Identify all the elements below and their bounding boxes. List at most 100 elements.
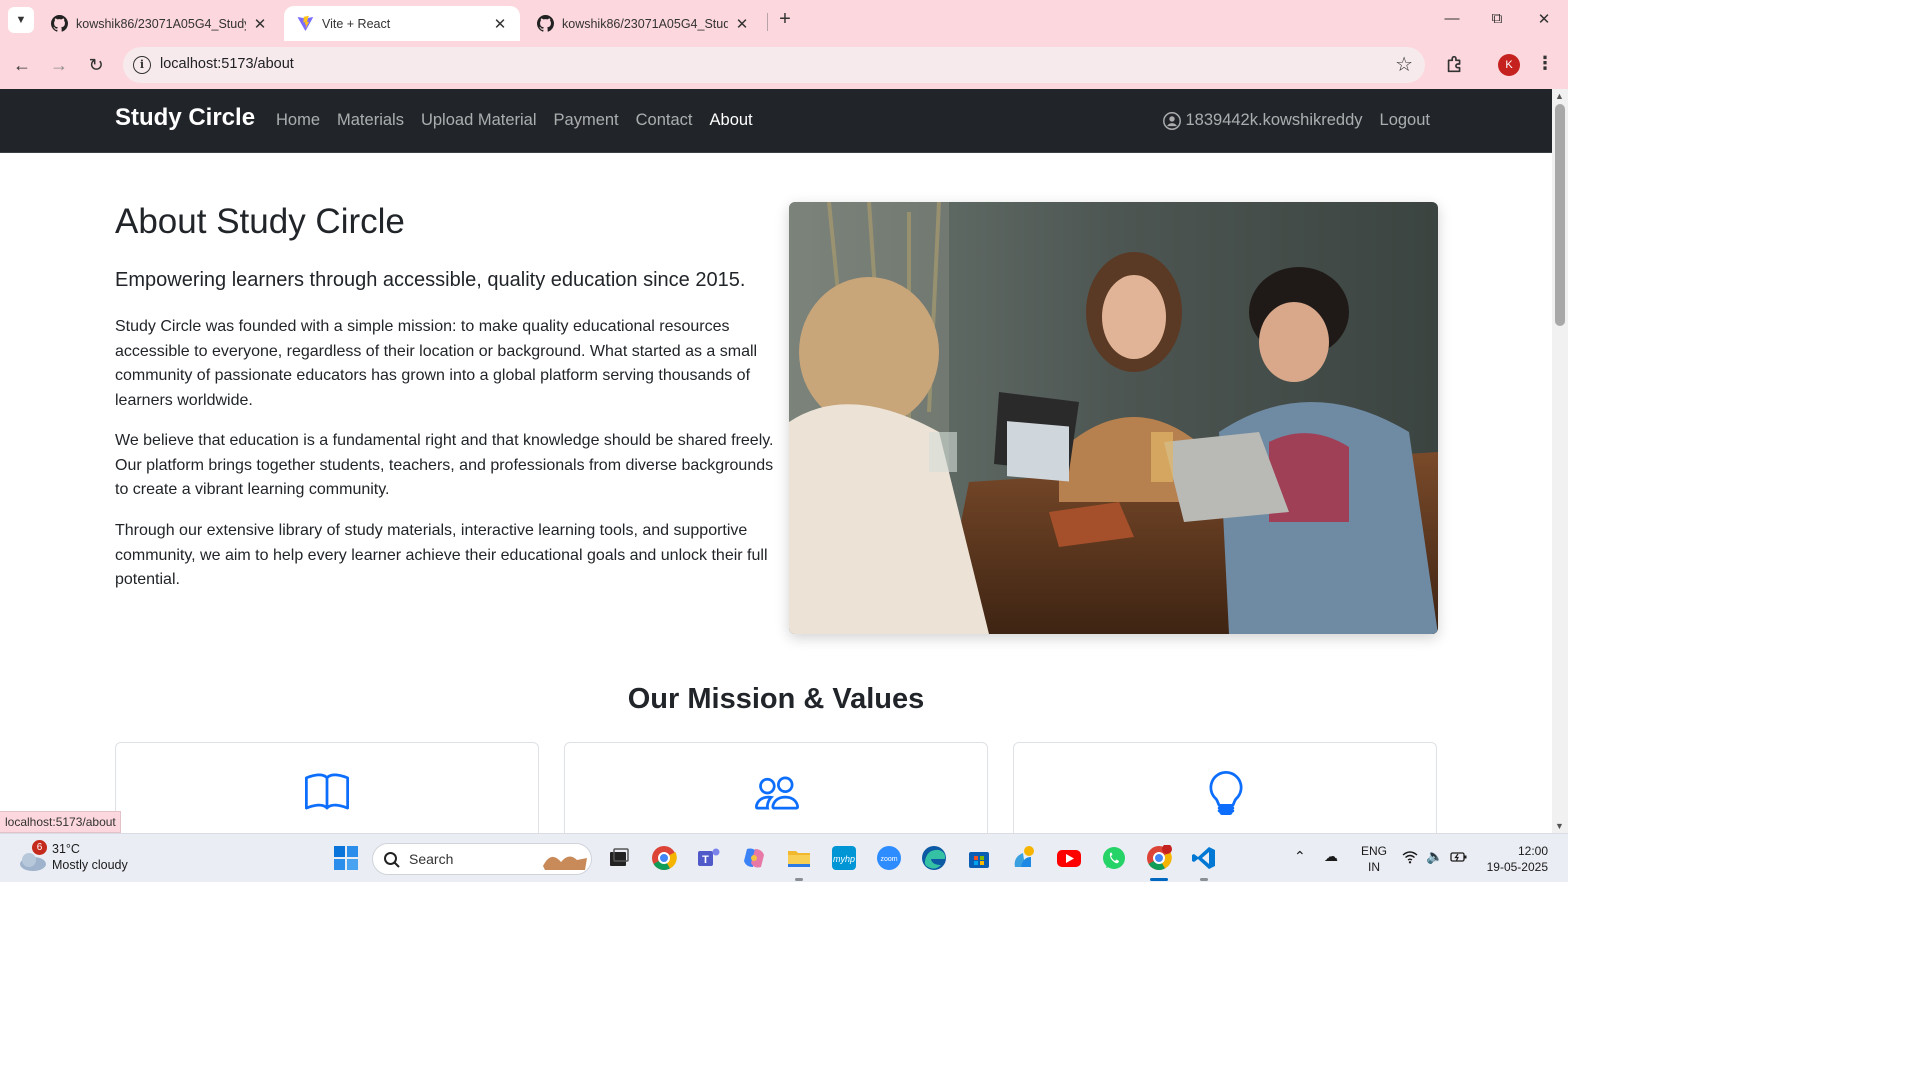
mission-section-title: Our Mission & Values xyxy=(627,683,925,715)
link-status-bubble: localhost:5173/about xyxy=(0,811,121,833)
site-info-icon[interactable]: i xyxy=(133,56,151,74)
nav-link-about[interactable]: About xyxy=(710,111,753,130)
region-code: IN xyxy=(1368,860,1380,874)
nav-link-upload-material[interactable]: Upload Material xyxy=(421,111,537,130)
search-highlight-illustration-icon xyxy=(543,856,587,870)
volume-icon[interactable]: 🔈 xyxy=(1426,848,1443,865)
nav-link-home[interactable]: Home xyxy=(276,111,320,130)
tab-separator xyxy=(767,13,768,31)
taskbar-search-box[interactable]: Search xyxy=(372,843,592,875)
wifi-icon[interactable] xyxy=(1402,850,1418,864)
clock-date: 19-05-2025 xyxy=(1486,860,1548,874)
extensions-puzzle-icon[interactable] xyxy=(1444,53,1466,75)
copilot-icon[interactable] xyxy=(741,845,767,871)
weather-description[interactable]: Mostly cloudy xyxy=(52,858,128,872)
taskbar-running-indicator xyxy=(795,878,803,881)
chrome-icon[interactable] xyxy=(651,845,677,871)
about-paragraph-1: Study Circle was founded with a simple m… xyxy=(115,318,758,409)
vite-icon xyxy=(296,15,314,33)
file-explorer-icon[interactable] xyxy=(786,845,812,871)
open-book-icon xyxy=(305,773,349,810)
tab-title: kowshik86/23071A05G4_StudyC xyxy=(562,16,728,31)
teams-icon[interactable]: T xyxy=(696,845,722,871)
browser-tab-github-2[interactable]: kowshik86/23071A05G4_StudyC ✕ xyxy=(524,6,762,41)
svg-text:T: T xyxy=(702,854,709,866)
edge-icon[interactable] xyxy=(921,845,947,871)
minimize-icon[interactable]: — xyxy=(1442,10,1462,27)
input-language[interactable]: ENG IN xyxy=(1361,843,1387,875)
tab-title: Vite + React xyxy=(322,16,391,31)
taskbar-active-indicator xyxy=(1150,878,1168,881)
tab-title: kowshik86/23071A05G4_StudyC xyxy=(76,16,246,31)
web-page: Study Circle Home Materials Upload Mater… xyxy=(0,89,1552,833)
user-circle-icon xyxy=(1162,111,1181,130)
github-icon xyxy=(536,15,554,33)
new-tab-plus-icon[interactable]: + xyxy=(774,9,796,31)
nav-username[interactable]: 1839442k.kowshikreddy xyxy=(1186,111,1363,130)
show-hidden-icons-chevron-icon[interactable]: ⌃ xyxy=(1294,848,1306,865)
tab-close-icon[interactable]: ✕ xyxy=(734,15,750,33)
windows-taskbar: 6 31°C Mostly cloudy Search T myhp zoom … xyxy=(0,833,1568,882)
page-scrollbar[interactable]: ▲ ▼ xyxy=(1552,89,1568,833)
navbar-brand[interactable]: Study Circle xyxy=(115,104,255,132)
people-icon xyxy=(755,776,799,810)
nav-links: Home Materials Upload Material Payment C… xyxy=(276,111,770,130)
taskbar-search-placeholder: Search xyxy=(409,851,454,867)
search-icon xyxy=(384,852,400,868)
nav-link-payment[interactable]: Payment xyxy=(554,111,619,130)
tab-close-icon[interactable]: ✕ xyxy=(252,15,268,33)
clock-time: 12:00 xyxy=(1517,844,1548,858)
browser-toolbar: ← → ↻ i localhost:5173/about ☆ K ⋮ xyxy=(0,41,1568,89)
page-title: About Study Circle xyxy=(115,202,405,241)
nav-user-area: 1839442k.kowshikreddy Logout xyxy=(1162,111,1430,130)
forward-arrow-icon[interactable]: → xyxy=(47,53,71,77)
hero-photo-students-studying xyxy=(789,202,1438,634)
weather-widget-icon[interactable] xyxy=(1011,845,1037,871)
scrollbar-thumb[interactable] xyxy=(1555,104,1565,326)
browser-tab-vite-react[interactable]: Vite + React ✕ xyxy=(284,6,520,41)
lightbulb-icon xyxy=(1209,771,1243,815)
reload-icon[interactable]: ↻ xyxy=(84,53,108,77)
nav-link-contact[interactable]: Contact xyxy=(636,111,693,130)
github-icon xyxy=(50,15,68,33)
chrome-profile-icon[interactable] xyxy=(1146,844,1172,871)
site-navbar: Study Circle Home Materials Upload Mater… xyxy=(0,89,1552,153)
logout-link[interactable]: Logout xyxy=(1380,111,1430,130)
myhp-icon[interactable]: myhp xyxy=(831,845,857,871)
back-arrow-icon[interactable]: ← xyxy=(10,53,34,77)
lead-text: Empowering learners through accessible, … xyxy=(115,269,746,291)
about-paragraph-3: Through our extensive library of study m… xyxy=(115,522,768,588)
whatsapp-icon[interactable] xyxy=(1101,845,1127,871)
browser-menu-icon[interactable]: ⋮ xyxy=(1536,53,1554,74)
onedrive-sync-icon[interactable]: ☁ xyxy=(1324,848,1338,865)
task-view-icon[interactable] xyxy=(606,845,632,871)
weather-temperature[interactable]: 31°C xyxy=(52,842,80,856)
mission-card-3 xyxy=(1013,742,1437,833)
tab-search-dropdown-icon[interactable]: ▼ xyxy=(8,7,34,33)
profile-avatar[interactable]: K xyxy=(1498,54,1520,76)
browser-tab-github-1[interactable]: kowshik86/23071A05G4_StudyC ✕ xyxy=(38,6,280,41)
taskbar-running-indicator xyxy=(1200,878,1208,881)
windows-start-icon[interactable] xyxy=(333,845,359,871)
browser-tab-strip: ▼ kowshik86/23071A05G4_StudyC ✕ Vite + R… xyxy=(0,0,1568,41)
zoom-icon[interactable]: zoom xyxy=(876,845,902,871)
vscode-icon[interactable] xyxy=(1191,845,1217,871)
weather-badge: 6 xyxy=(32,840,47,855)
about-paragraph-2: We believe that education is a fundament… xyxy=(115,432,774,498)
nav-link-materials[interactable]: Materials xyxy=(337,111,404,130)
bookmark-star-icon[interactable]: ☆ xyxy=(1395,52,1413,77)
address-bar-url: localhost:5173/about xyxy=(160,56,294,72)
scroll-up-arrow-icon[interactable]: ▲ xyxy=(1555,91,1564,101)
close-window-icon[interactable]: ✕ xyxy=(1534,10,1554,28)
restore-window-icon[interactable]: ⧉ xyxy=(1487,10,1507,27)
svg-text:myhp: myhp xyxy=(833,854,855,864)
youtube-icon[interactable] xyxy=(1056,845,1082,871)
microsoft-store-icon[interactable] xyxy=(966,845,992,871)
svg-text:zoom: zoom xyxy=(880,856,897,863)
mission-card-1 xyxy=(115,742,539,833)
clock[interactable]: 12:00 19-05-2025 xyxy=(1487,843,1548,875)
battery-icon[interactable] xyxy=(1450,850,1468,864)
tab-close-icon[interactable]: ✕ xyxy=(492,15,508,33)
scroll-down-arrow-icon[interactable]: ▼ xyxy=(1555,821,1564,831)
address-bar[interactable]: i localhost:5173/about ☆ xyxy=(123,47,1425,83)
